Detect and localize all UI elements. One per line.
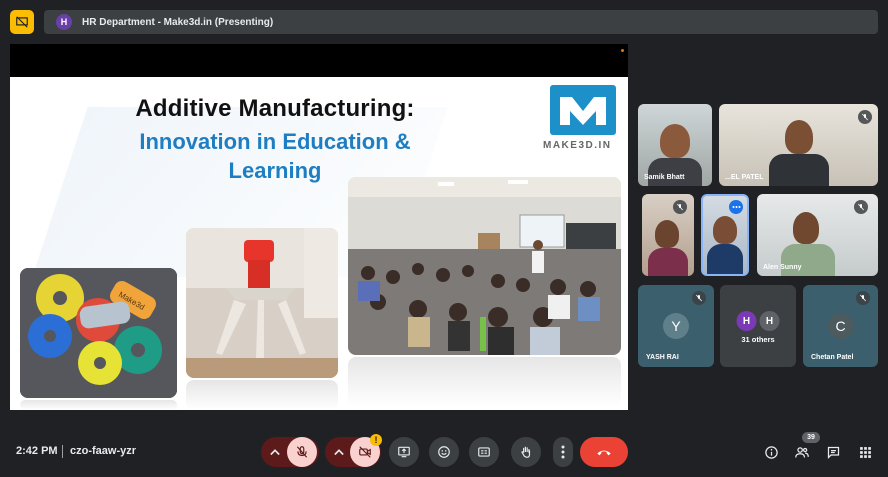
slide-photo-classroom [348,177,621,355]
chat-button[interactable] [824,443,842,461]
mic-toggle-button[interactable] [287,437,317,467]
participant-video-body [648,248,688,276]
participant-tile-speaking[interactable] [701,194,749,276]
participant-tile-chetan-patel[interactable]: C Chetan Patel [803,285,878,367]
participant-video [655,220,679,248]
claw-illustration [186,228,338,378]
people-button[interactable] [793,443,811,461]
more-options-button[interactable] [553,437,573,467]
participant-tile-yash-rai[interactable]: Y YASH RAI [638,285,714,367]
emoji-icon [438,446,450,458]
presentation-stage: Additive Manufacturing: Innovation in Ed… [10,44,628,410]
mic-off-icon [677,203,683,211]
grid-icon [859,446,871,458]
meeting-details-button[interactable] [762,443,780,461]
mic-off-icon [858,203,864,211]
mic-off-icon [696,294,702,302]
mic-muted-badge [858,110,872,124]
present-button[interactable] [389,437,419,467]
mic-off-icon [860,294,866,302]
mic-off-icon [862,113,868,121]
captions-button[interactable] [469,437,499,467]
raise-hand-icon [521,446,531,458]
chevron-up-icon [270,449,280,456]
meeting-code[interactable]: czo-faaw-yzr [70,445,136,457]
participant-video-body [648,158,702,186]
raise-hand-button[interactable] [511,437,541,467]
others-tile[interactable]: H H 31 others [720,285,796,367]
chat-icon [827,446,839,459]
other-avatar: H [736,311,757,331]
participant-tile-alen-sunny[interactable]: Alen Sunny [757,194,878,276]
info-icon [764,445,778,459]
people-icon [795,446,809,458]
participant-video [660,124,690,158]
participant-name: Chetan Patel [811,354,854,361]
classroom-illustration [348,177,621,355]
participant-name: Samik Bhatt [644,174,685,181]
participant-tile-samik-bhatt[interactable]: Samik Bhatt [638,104,712,186]
others-avatars: H H [736,311,780,331]
gears-illustration: Make3d [20,268,177,398]
camera-warning-badge: ! [370,434,382,446]
mic-off-icon [296,446,308,458]
more-horiz-icon [732,206,740,208]
participant-video [793,212,819,244]
activities-button[interactable] [856,443,874,461]
presenter-avatar: H [56,14,72,30]
meeting-title: HR Department - Make3d.in (Presenting) [82,16,274,28]
photo-reflection [186,380,338,410]
speaking-indicator [729,200,743,214]
slide-photo-claw [186,228,338,378]
participant-name: YASH RAI [646,354,679,361]
make3d-logo [550,85,616,135]
participant-tile-3[interactable] [642,194,694,276]
other-avatar: H [759,311,780,331]
reactions-button[interactable] [429,437,459,467]
others-count: 31 others [741,335,775,344]
leave-call-button[interactable] [580,437,628,467]
slide-photo-gears: Make3d [20,268,177,398]
photo-reflection [348,357,621,407]
slide-title: Additive Manufacturing: [135,95,415,122]
divider [62,445,63,458]
meet-window: H HR Department - Make3d.in (Presenting)… [0,0,888,477]
participant-avatar: Y [663,313,689,339]
mic-muted-badge [692,291,706,305]
participant-video [713,216,737,244]
participant-video-body [781,244,835,276]
present-icon [398,446,410,458]
mic-muted-badge [854,200,868,214]
mic-options-button[interactable] [263,437,287,467]
participant-video-body [707,244,743,274]
participant-video-body [769,154,829,186]
slide-subtitle-line1: Innovation in Education & [139,129,411,154]
end-call-icon [597,450,611,456]
clock: 2:42 PM [16,445,58,457]
participant-tile-el-patel[interactable]: ...EL PATEL [719,104,878,186]
captions-icon [478,447,490,457]
photo-reflection [20,400,177,410]
more-vert-icon [561,445,565,459]
mic-muted-badge [673,200,687,214]
participant-name: Alen Sunny [763,264,802,271]
present-off-icon [16,16,28,28]
camera-options-button[interactable] [327,437,351,467]
presentation-off-button[interactable] [10,10,34,34]
participant-name: ...EL PATEL [725,174,764,181]
participant-video [785,120,813,154]
chevron-up-icon [334,449,344,456]
mic-muted-badge [856,291,870,305]
people-count-badge: 39 [802,432,820,443]
participant-avatar: C [827,313,854,339]
presented-slide: Additive Manufacturing: Innovation in Ed… [10,77,628,410]
logo-wordmark: MAKE3D.IN [543,140,612,151]
meeting-title-bar[interactable]: H HR Department - Make3d.in (Presenting) [44,10,878,34]
cam-off-icon [359,446,371,458]
recording-dot [621,49,624,52]
